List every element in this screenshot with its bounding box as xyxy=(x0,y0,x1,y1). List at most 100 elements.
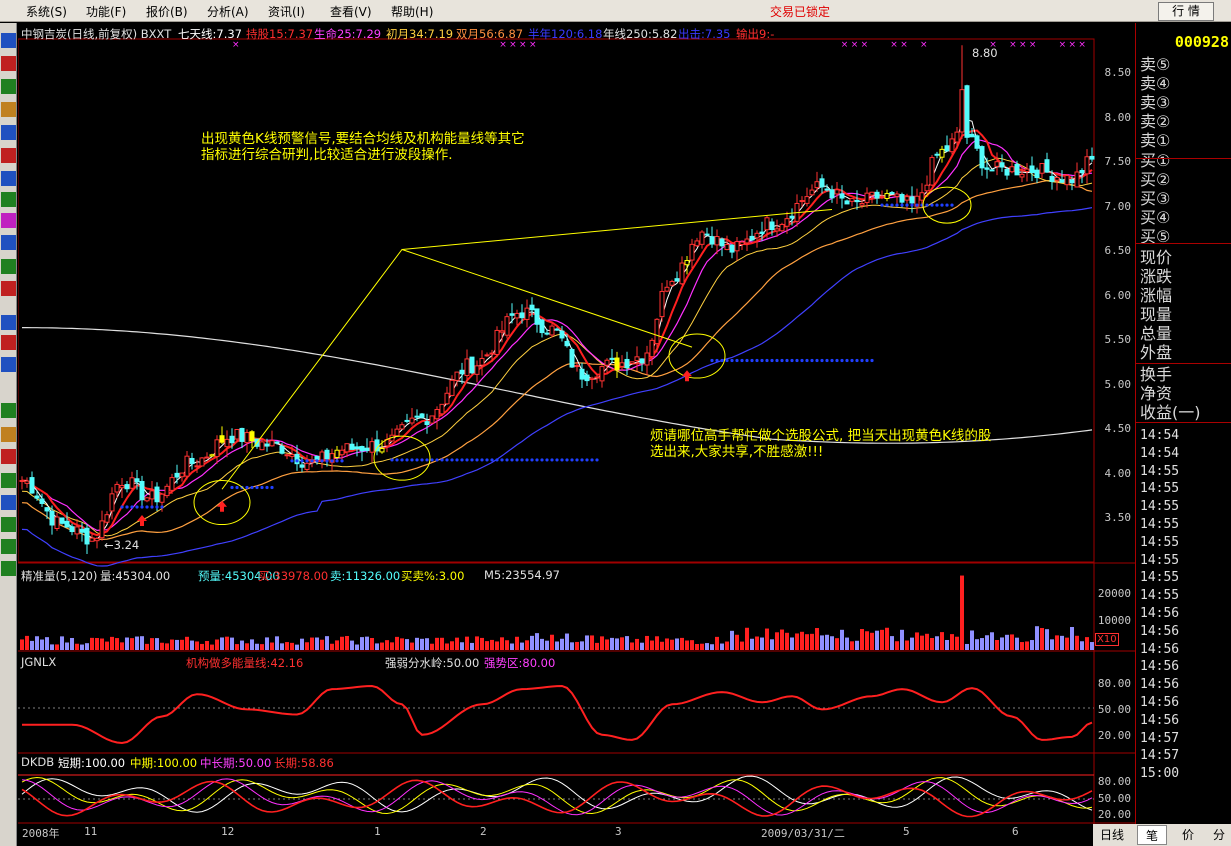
volume-bar xyxy=(700,643,704,650)
volume-bar xyxy=(180,639,184,650)
candle-body xyxy=(114,483,120,493)
candle-body xyxy=(614,357,620,371)
menu-info[interactable]: 资讯(I) xyxy=(268,3,305,20)
candle-body xyxy=(449,379,455,396)
tick-time: 14:55 xyxy=(1140,499,1180,515)
trend-icon[interactable] xyxy=(1,56,16,71)
volume-bar xyxy=(735,634,739,650)
candle-body xyxy=(789,215,795,219)
etf-icon[interactable] xyxy=(1,281,16,296)
signal-marker: × xyxy=(861,40,869,50)
grid-icon[interactable] xyxy=(1,171,16,186)
move-icon[interactable] xyxy=(1,495,16,510)
signal-marker: × xyxy=(1078,40,1086,50)
support-dot xyxy=(150,505,154,509)
rsi-icon[interactable] xyxy=(1,335,16,350)
candle-body xyxy=(204,456,210,459)
support-dot xyxy=(485,458,489,462)
arrow-icon[interactable] xyxy=(1,473,16,488)
table-icon[interactable] xyxy=(1,148,16,163)
signal-marker: × xyxy=(1069,40,1077,50)
volume-bar xyxy=(960,575,964,650)
quote-label: 收益(一) xyxy=(1140,403,1201,422)
link-icon[interactable] xyxy=(1,427,16,442)
chart-area[interactable]: × × × × × × × × × × × × × × × × × × 中钢吉炭(日线,前复权) BXXT 七天线… xyxy=(18,23,1135,846)
volume-bar xyxy=(810,633,814,650)
market-button[interactable]: 行 情 xyxy=(1158,2,1214,21)
support-dot xyxy=(710,358,714,363)
magnify-icon[interactable] xyxy=(1,259,16,274)
menu-help[interactable]: 帮助(H) xyxy=(391,3,433,20)
kline-icon[interactable] xyxy=(1,33,16,48)
tab-tick[interactable]: 笔 xyxy=(1137,825,1167,845)
candle-body xyxy=(224,438,230,448)
candle-body xyxy=(594,376,600,379)
support-dot xyxy=(735,358,739,363)
candle-body xyxy=(1009,166,1015,173)
menu-analysis[interactable]: 分析(A) xyxy=(207,3,249,20)
support-dot xyxy=(715,358,719,363)
stock-code[interactable]: 000928 xyxy=(1175,33,1229,51)
volume-bar xyxy=(710,644,714,650)
support-dot xyxy=(860,358,864,363)
money-icon[interactable] xyxy=(1,403,16,418)
volume-bar xyxy=(875,630,879,650)
tab-daily[interactable]: 日线 xyxy=(1093,825,1131,845)
wave-icon[interactable] xyxy=(1,315,16,330)
trade-lock-status[interactable]: 交易已锁定 xyxy=(770,3,830,20)
candle-body xyxy=(549,325,555,336)
volume-bar xyxy=(275,636,279,650)
support-dot xyxy=(460,458,464,462)
support-dot xyxy=(925,203,929,207)
tick-time: 14:55 xyxy=(1140,534,1180,550)
candle-body xyxy=(369,441,375,453)
f10-icon[interactable] xyxy=(1,192,16,207)
dkdb-long-value: 长期:58.86 xyxy=(274,756,334,770)
volume-bar xyxy=(460,642,464,650)
volume-bar xyxy=(245,643,249,650)
volume-bar xyxy=(35,636,39,650)
volume-bar xyxy=(375,643,379,650)
menu-function[interactable]: 功能(F) xyxy=(86,3,126,20)
volume-bar xyxy=(120,642,124,650)
cycle-icon[interactable] xyxy=(1,357,16,372)
list-icon[interactable] xyxy=(1,125,16,140)
candle-body xyxy=(1074,171,1080,188)
up-arrow-icon[interactable] xyxy=(1,517,16,532)
candle-body xyxy=(479,357,485,366)
chart-icon[interactable] xyxy=(1,235,16,250)
candle-body xyxy=(729,244,735,253)
candle-body xyxy=(264,443,270,447)
support-dot xyxy=(760,358,764,363)
candle-body xyxy=(559,330,565,339)
tick-time: 14:56 xyxy=(1140,695,1180,710)
tab-price[interactable]: 价 xyxy=(1173,825,1203,845)
volume-bar xyxy=(890,636,894,650)
support-dot xyxy=(425,458,429,462)
menu-quote[interactable]: 报价(B) xyxy=(146,3,188,20)
volume-bar xyxy=(1020,642,1024,650)
volume-bar xyxy=(55,644,59,650)
candle-body xyxy=(1054,176,1060,181)
tab-minute[interactable]: 分 xyxy=(1207,825,1231,845)
signal-marker: × xyxy=(920,40,928,50)
candle-body xyxy=(619,362,625,367)
volume-bar xyxy=(355,644,359,650)
support-dot xyxy=(245,485,249,490)
volume-bar xyxy=(225,636,229,650)
down-arrow-icon[interactable] xyxy=(1,539,16,554)
volume-bar xyxy=(675,638,679,650)
menu-view[interactable]: 查看(V) xyxy=(330,3,372,20)
down-icon[interactable] xyxy=(1,561,16,576)
candle-body xyxy=(184,455,190,477)
volume-bar xyxy=(465,636,469,650)
candle-body xyxy=(584,374,590,382)
hist-icon[interactable] xyxy=(1,102,16,117)
support-dot xyxy=(755,358,759,363)
volume-bar xyxy=(455,637,459,650)
pencil-icon[interactable] xyxy=(1,449,16,464)
volume-bar xyxy=(370,638,374,650)
users-icon[interactable] xyxy=(1,213,16,228)
bar-icon[interactable] xyxy=(1,79,16,94)
menu-system[interactable]: 系统(S) xyxy=(26,3,67,20)
